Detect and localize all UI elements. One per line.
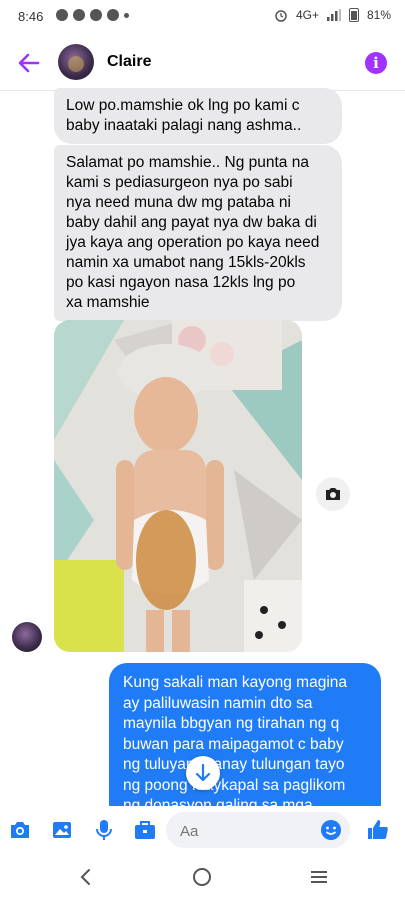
status-time: 8:46 xyxy=(18,9,44,24)
alarm-icon xyxy=(275,10,287,22)
battery-percent: 81% xyxy=(366,8,391,22)
messenger-notification-icon xyxy=(56,9,68,21)
photo-message[interactable] xyxy=(54,320,302,652)
network-label: 4G+ xyxy=(295,8,319,22)
message-composer xyxy=(0,806,405,854)
outgoing-message-text: Kung sakali man kayong magina ay paliluw… xyxy=(123,674,348,814)
status-bar: 8:46 4G+ 81% xyxy=(0,0,405,32)
photo-image xyxy=(54,320,302,652)
contact-avatar[interactable] xyxy=(58,44,94,80)
image-icon[interactable] xyxy=(50,818,74,842)
nav-back-icon[interactable] xyxy=(75,866,97,888)
more-dot-icon xyxy=(124,13,129,18)
status-right: 4G+ 81% xyxy=(274,8,391,22)
briefcase-icon[interactable] xyxy=(133,818,157,842)
nav-recents-icon[interactable] xyxy=(308,866,330,888)
camera-share-button[interactable] xyxy=(316,477,350,511)
battery-icon xyxy=(348,8,359,22)
scroll-to-bottom-button[interactable] xyxy=(186,756,220,790)
system-nav-bar xyxy=(0,854,405,900)
message-input[interactable] xyxy=(178,812,312,850)
smiley-icon[interactable] xyxy=(320,819,342,841)
block-notification-icon xyxy=(90,9,102,21)
thumbs-up-icon[interactable] xyxy=(366,818,390,842)
microphone-icon[interactable] xyxy=(92,818,116,842)
notification-icons xyxy=(56,9,129,21)
check-notification-icon xyxy=(107,9,119,21)
camera-icon xyxy=(326,488,340,500)
nav-home-icon[interactable] xyxy=(191,866,213,888)
contact-name[interactable]: Claire xyxy=(107,53,151,71)
message-bubble-incoming[interactable]: Salamat po mamshie.. Ng punta na kami s … xyxy=(54,145,342,321)
sender-avatar xyxy=(12,622,42,652)
info-icon[interactable]: i xyxy=(365,52,387,74)
message-input-container xyxy=(166,812,350,850)
message-bubble-outgoing[interactable]: Kung sakali man kayong magina ay paliluw… xyxy=(109,663,381,823)
signal-icon xyxy=(326,9,341,21)
whatsapp-notification-icon xyxy=(73,9,85,21)
arrow-down-icon xyxy=(195,764,211,782)
chat-header: Claire i xyxy=(0,40,405,86)
message-bubble-incoming[interactable]: Low po.mamshie ok lng po kami c baby ina… xyxy=(54,88,342,144)
arrow-left-icon[interactable] xyxy=(16,50,42,76)
camera-icon[interactable] xyxy=(8,818,32,842)
